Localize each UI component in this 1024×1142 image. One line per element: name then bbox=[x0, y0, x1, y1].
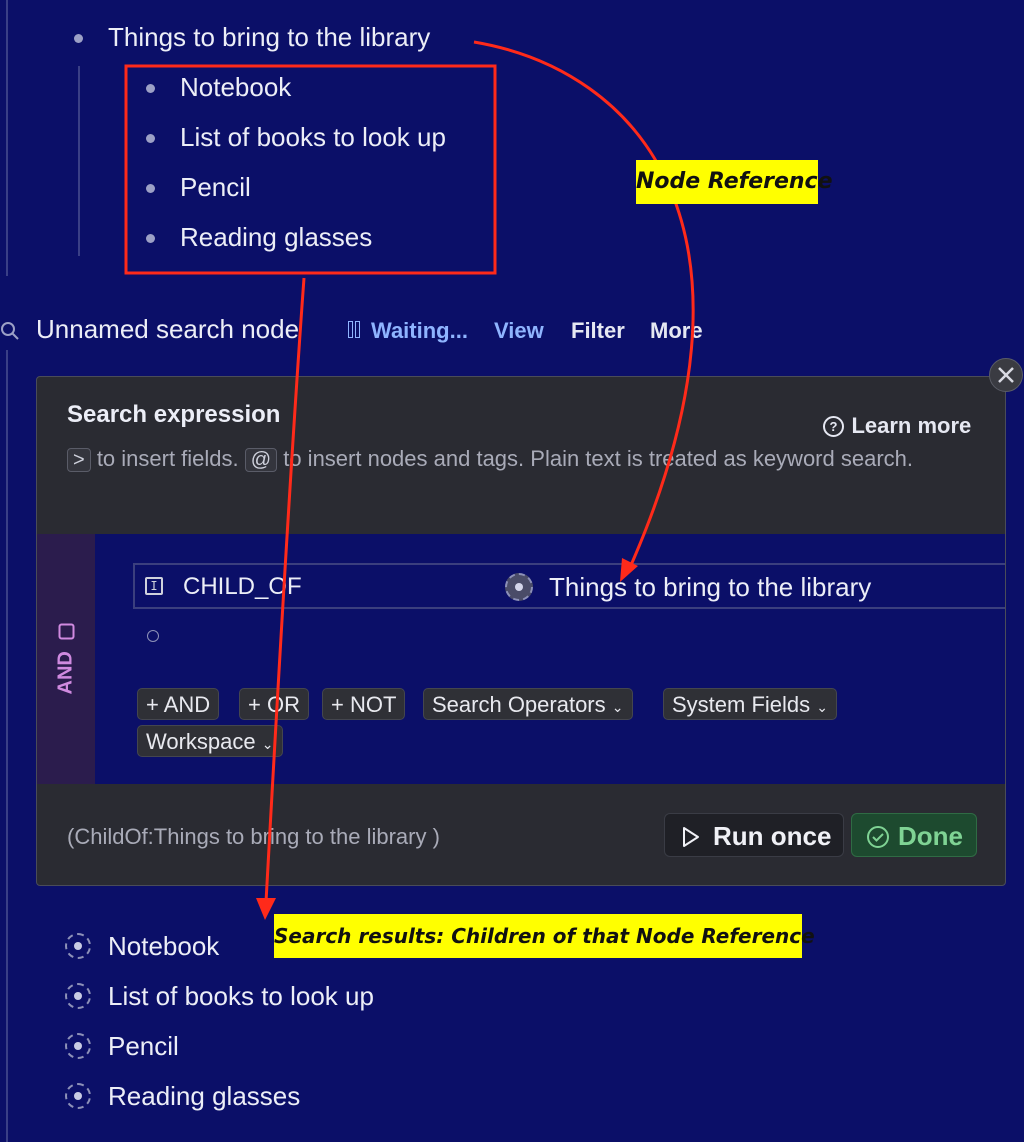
children-highlight-box bbox=[124, 64, 497, 275]
search-results-arrow bbox=[264, 277, 306, 903]
annotation-overlay bbox=[124, 40, 695, 920]
search-results-arrowhead bbox=[256, 898, 276, 920]
search-results-note: Search results: Children of that Node Re… bbox=[274, 914, 815, 958]
node-reference-note: Node Reference bbox=[636, 160, 833, 204]
node-reference-arrowhead bbox=[620, 558, 638, 582]
node-reference-note-text: Node Reference bbox=[636, 169, 833, 194]
search-results-note-text: Search results: Children of that Node Re… bbox=[274, 924, 815, 948]
node-reference-arrow bbox=[473, 40, 695, 573]
